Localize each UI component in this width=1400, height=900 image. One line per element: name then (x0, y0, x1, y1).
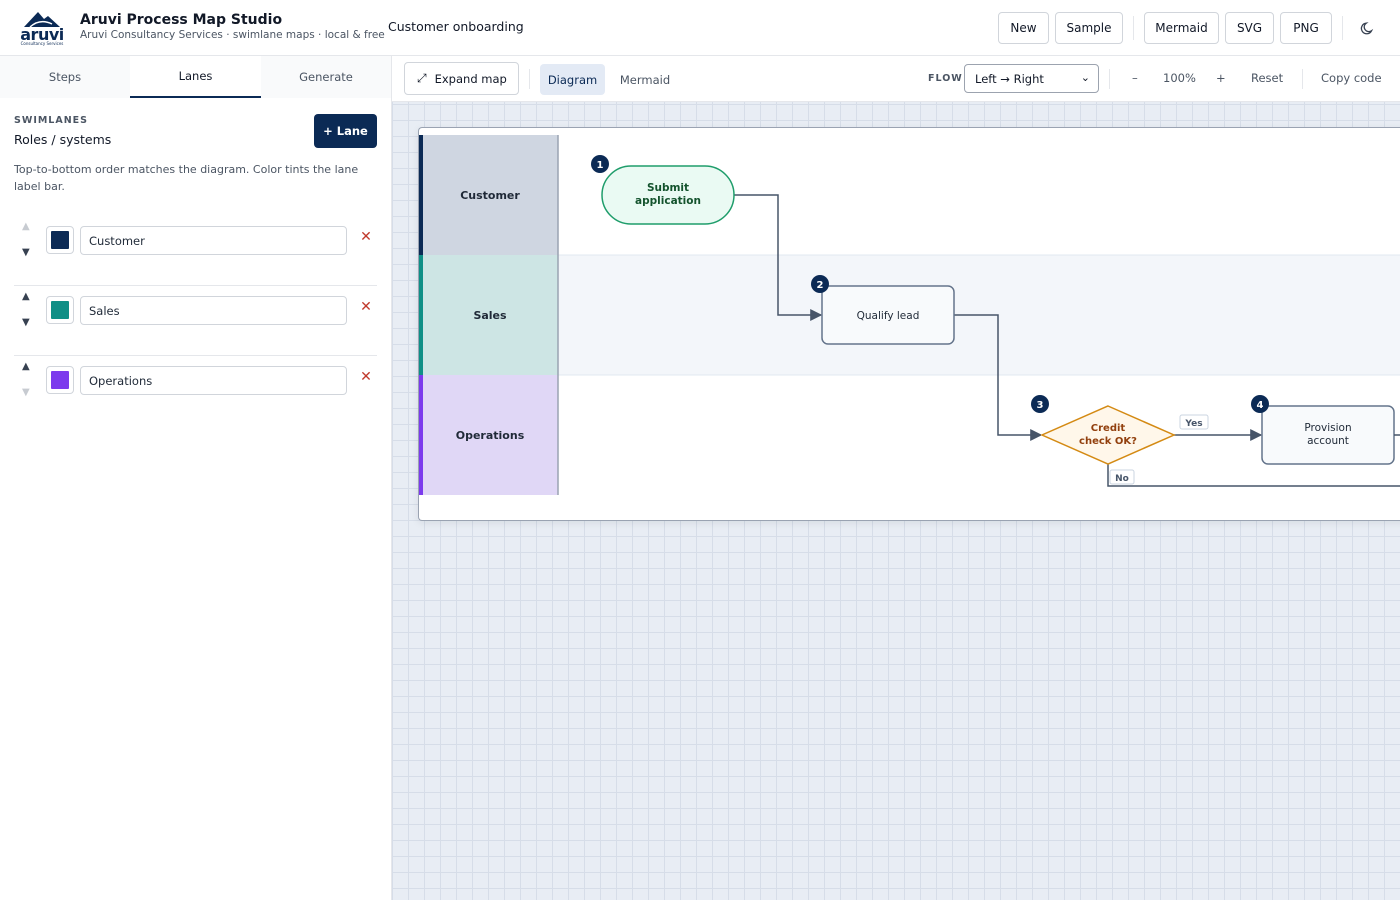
png-export-button[interactable]: PNG (1280, 12, 1332, 44)
lane-label: Sales (473, 309, 507, 322)
move-down-icon[interactable]: ▼ (22, 247, 30, 258)
expand-map-label: Expand map (434, 71, 507, 86)
tab-lanes[interactable]: Lanes (130, 56, 261, 98)
toolbar-divider (529, 69, 530, 89)
diagram-svg: Customer Sales Operations Yes No Submit … (419, 135, 1400, 495)
swimlane-diagram: Customer Sales Operations Yes No Submit … (418, 127, 1400, 521)
edge-label-no: No (1115, 474, 1129, 484)
svg-export-button[interactable]: SVG (1225, 12, 1274, 44)
step-label: Credit (1091, 423, 1126, 434)
move-down-icon[interactable]: ▼ (22, 387, 30, 398)
remove-lane-icon[interactable]: ✕ (357, 229, 375, 249)
add-lane-button[interactable]: + Lane (314, 114, 377, 148)
tab-diagram[interactable]: Diagram (540, 64, 605, 95)
expand-icon: ⤢ (417, 71, 427, 85)
new-button[interactable]: New (998, 12, 1049, 44)
zoom-level: 100% (1163, 71, 1196, 85)
toolbar-divider (1302, 69, 1303, 89)
diagram-toolbar: ⤢ Expand map Diagram Mermaid FLOW Left →… (392, 56, 1400, 102)
lane-row: ▲ ▼ Operations ✕ (14, 356, 377, 426)
step-label: Provision (1304, 422, 1351, 434)
remove-lane-icon[interactable]: ✕ (357, 369, 375, 389)
zoom-out-button[interactable]: – (1132, 71, 1138, 85)
document-title[interactable]: Customer onboarding (388, 19, 524, 34)
moon-icon (1360, 22, 1374, 35)
step-number: 4 (1257, 400, 1264, 411)
color-swatch (51, 301, 69, 319)
lane-row: ▲ ▼ Customer ✕ (14, 216, 377, 286)
move-up-icon[interactable]: ▲ (22, 221, 30, 232)
lane-color-bar (419, 255, 423, 375)
theme-toggle[interactable] (1356, 16, 1380, 40)
aruvi-logo: aruvi Consultancy Services (18, 10, 66, 46)
remove-lane-icon[interactable]: ✕ (357, 299, 375, 319)
lane-label: Customer (460, 189, 520, 202)
flow-direction-select[interactable]: Left → Right ⌄ (964, 64, 1099, 93)
step-label: account (1307, 435, 1349, 447)
app-header: aruvi Consultancy Services Aruvi Process… (0, 0, 1400, 56)
lane-name-input[interactable]: Operations (80, 366, 347, 395)
lane-name-input[interactable]: Customer (80, 226, 347, 255)
left-panel: Steps Lanes Generate SWIMLANES Roles / s… (0, 56, 392, 900)
step-label: check OK? (1079, 436, 1137, 447)
step-label: Qualify lead (857, 310, 920, 322)
lane-label: Operations (456, 429, 525, 442)
tab-mermaid[interactable]: Mermaid (610, 64, 680, 95)
move-up-icon[interactable]: ▲ (22, 361, 30, 372)
lane-customer (419, 135, 1400, 255)
step-label: Submit (647, 182, 689, 194)
move-up-icon[interactable]: ▲ (22, 291, 30, 302)
reset-zoom-button[interactable]: Reset (1251, 71, 1283, 85)
tab-generate[interactable]: Generate (261, 56, 391, 98)
lane-color-picker[interactable] (46, 226, 74, 254)
help-text: Top-to-bottom order matches the diagram.… (14, 163, 359, 193)
step-number: 3 (1037, 400, 1044, 411)
edge-label-yes: Yes (1184, 419, 1202, 429)
lane-color-picker[interactable] (46, 296, 74, 324)
section-title: Roles / systems (14, 132, 112, 147)
toolbar-divider (1109, 69, 1110, 89)
lane-color-bar (419, 375, 423, 495)
sample-button[interactable]: Sample (1055, 12, 1123, 44)
move-down-icon[interactable]: ▼ (22, 317, 30, 328)
section-label: SWIMLANES (14, 115, 88, 126)
color-swatch (51, 371, 69, 389)
lane-color-bar (419, 135, 423, 255)
logo-subtext: Consultancy Services (20, 41, 64, 46)
lane-row: ▲ ▼ Sales ✕ (14, 286, 377, 356)
app-subtitle: Aruvi Consultancy Services · swimlane ma… (80, 29, 385, 41)
step-number: 2 (817, 280, 824, 291)
step-label: application (635, 195, 701, 207)
expand-map-button[interactable]: ⤢ Expand map (404, 62, 519, 95)
app-title: Aruvi Process Map Studio (80, 12, 283, 28)
zoom-in-button[interactable]: + (1216, 71, 1226, 85)
flow-direction-value: Left → Right (975, 71, 1044, 86)
header-divider (1342, 16, 1343, 40)
diagram-workspace: ⤢ Expand map Diagram Mermaid FLOW Left →… (392, 56, 1400, 900)
panel-tabs: Steps Lanes Generate (0, 56, 391, 98)
flow-label: FLOW (928, 73, 963, 84)
lane-color-picker[interactable] (46, 366, 74, 394)
copy-code-button[interactable]: Copy code (1321, 71, 1382, 85)
tab-steps[interactable]: Steps (0, 56, 130, 98)
header-divider (1133, 16, 1134, 40)
chevron-down-icon: ⌄ (1080, 71, 1090, 84)
step-number: 1 (597, 160, 604, 171)
color-swatch (51, 231, 69, 249)
lane-name-input[interactable]: Sales (80, 296, 347, 325)
mermaid-export-button[interactable]: Mermaid (1144, 12, 1219, 44)
